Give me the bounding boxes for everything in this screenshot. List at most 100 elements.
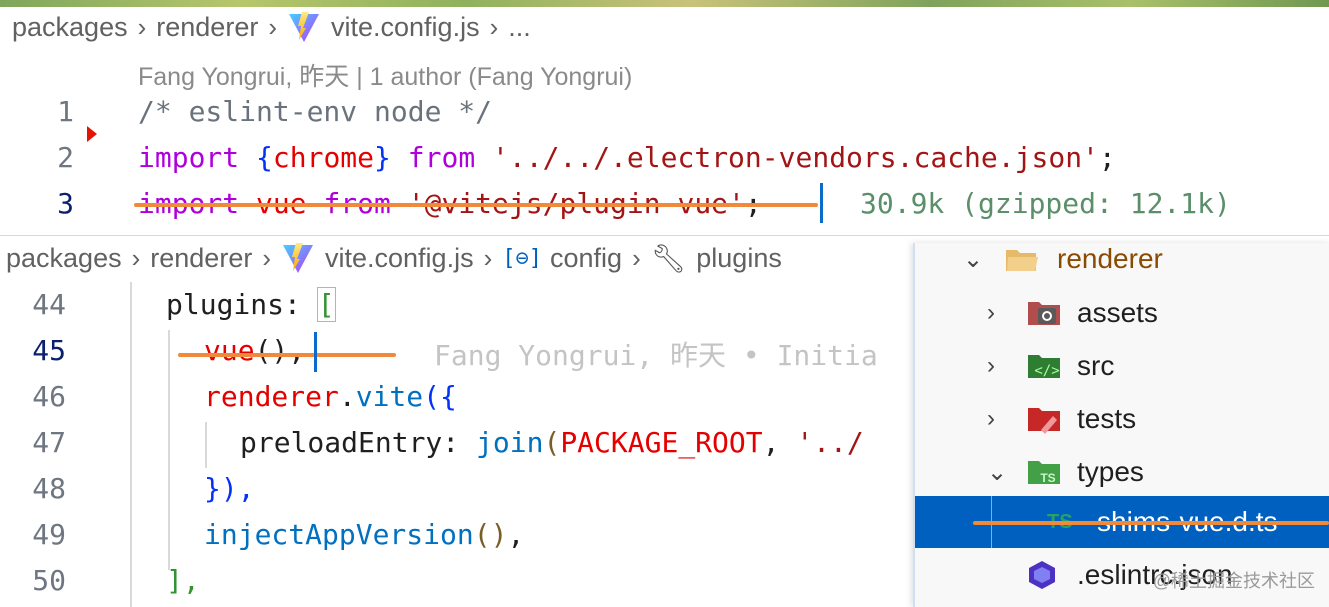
vite-icon [289, 12, 319, 42]
colon: : [284, 288, 301, 321]
tree-label: assets [1077, 297, 1158, 328]
string-path: '../ [796, 426, 864, 459]
function-join: join [476, 426, 544, 459]
tree-item-types[interactable]: ⌄ TS types [915, 446, 1329, 498]
tree-label: types [1077, 456, 1144, 487]
indent-guide [168, 330, 170, 570]
svg-text:TS: TS [1040, 471, 1055, 485]
chevron-right-icon: › [131, 242, 141, 273]
strikethrough-line [973, 521, 1329, 525]
line-number-active: 45 [32, 334, 66, 367]
breadcrumb-item-more[interactable]: ... [508, 12, 531, 43]
line-number: 50 [32, 564, 66, 597]
function-injectAppVersion: injectAppVersion [204, 518, 474, 551]
comma: , [762, 426, 780, 459]
keyword-from: from [407, 141, 476, 174]
code-comment: /* eslint-env node */ [138, 95, 493, 128]
wrench-icon: 🔧︎ [650, 242, 687, 274]
dot: . [338, 380, 356, 413]
line-number: 1 [57, 95, 74, 128]
breadcrumb-item-file[interactable]: vite.config.js [331, 12, 480, 43]
indent-guide [130, 282, 132, 607]
tree-item-assets[interactable]: › assets [915, 287, 1329, 339]
tree-item-shims-vue[interactable]: TS shims-vue.d.ts [915, 496, 1329, 548]
tree-item-renderer[interactable]: ⌄ renderer [915, 233, 1329, 285]
breadcrumb-top: packages › renderer › vite.config.js › .… [12, 7, 531, 47]
chevron-right-icon: › [268, 11, 277, 42]
code-line-bracket-close: ], [166, 564, 200, 597]
comma: , [288, 334, 306, 367]
chevron-down-icon: ⌄ [963, 245, 984, 273]
code-line-close: }), [204, 472, 255, 505]
bracket-open: [ [316, 287, 336, 322]
string-path: '../../.electron-vendors.cache.json' [492, 141, 1099, 174]
paren-brace-open: ({ [423, 380, 457, 413]
tree-label: tests [1077, 403, 1137, 434]
property-preloadEntry: preloadEntry [240, 426, 443, 459]
import-cost-hint: 30.9k (gzipped: 12.1k) [860, 187, 1231, 220]
chevron-right-icon: › [987, 405, 995, 432]
folder-open-icon [1006, 250, 1038, 271]
code-line-preload: preloadEntry: join(PACKAGE_ROOT, '../ [240, 426, 864, 459]
parens: () [254, 334, 289, 367]
strikethrough-line [134, 203, 818, 207]
paren-open: ( [543, 426, 561, 459]
text-cursor [820, 183, 823, 223]
strikethrough-line [178, 353, 396, 357]
chevron-down-icon: ⌄ [987, 458, 1008, 486]
assets-folder-icon [1028, 302, 1060, 325]
parens: () [473, 518, 508, 551]
chevron-right-icon: › [987, 352, 995, 379]
watermark: @稀土掘金技术社区 [1152, 571, 1315, 591]
colon: : [442, 426, 460, 459]
line-number: 2 [57, 141, 74, 174]
tree-label: src [1077, 350, 1115, 381]
eslint-icon [1029, 561, 1055, 589]
keyword-import: import [138, 141, 240, 174]
breadcrumb-item-renderer[interactable]: renderer [150, 243, 252, 274]
code-line-vue-call: vue(), [204, 334, 305, 367]
breadcrumb-item-packages[interactable]: packages [6, 243, 122, 274]
inline-blame[interactable]: Fang Yongrui, 昨天 • Initia [434, 334, 878, 374]
property-plugins: plugins [166, 288, 285, 321]
tests-folder-icon [1028, 408, 1060, 434]
src-folder-icon: </> [1028, 355, 1060, 379]
constant-package-root: PACKAGE_ROOT [560, 426, 763, 459]
file-explorer: ⌄ renderer › assets › </> src › tests ⌄ … [913, 243, 1329, 607]
breadcrumb-item-config[interactable]: config [550, 243, 622, 274]
code-line-inject: injectAppVersion(), [204, 518, 524, 551]
tree-label: renderer [1057, 243, 1163, 274]
line-number: 44 [32, 288, 66, 321]
chevron-right-icon: › [137, 11, 147, 42]
breadcrumb-item-file[interactable]: vite.config.js [325, 243, 474, 274]
chevron-right-icon: › [489, 11, 499, 42]
line-number: 49 [32, 518, 66, 551]
code-line-import-chrome: import {chrome} from '../../.electron-ve… [138, 141, 1116, 174]
chevron-right-icon: › [262, 242, 271, 273]
line-number: 46 [32, 380, 66, 413]
code-line-renderer-vite: renderer.vite({ [204, 380, 457, 413]
chevron-right-icon: › [987, 299, 995, 326]
breadcrumb-item-renderer[interactable]: renderer [156, 12, 258, 43]
method-vite: vite [355, 380, 424, 413]
brace-close: } [374, 141, 391, 174]
tree-item-tests[interactable]: › tests [915, 393, 1329, 445]
comma: , [507, 518, 525, 551]
chevron-right-icon: › [632, 242, 641, 273]
fold-arrow-icon[interactable] [86, 125, 98, 143]
semicolon: ; [1098, 141, 1116, 174]
code-line-plugins: plugins: [ [166, 287, 336, 322]
breadcrumb-bottom: packages › renderer › vite.config.js › [… [6, 238, 782, 278]
types-folder-icon: TS [1028, 461, 1060, 485]
text-cursor [314, 332, 317, 372]
identifier-vue: vue [204, 334, 255, 367]
object-symbol-icon: [⊖] [502, 245, 542, 271]
vite-icon [283, 243, 313, 273]
svg-text:</>: </> [1034, 363, 1059, 379]
tree-item-src[interactable]: › </> src [915, 340, 1329, 392]
breadcrumb-item-plugins[interactable]: plugins [696, 243, 782, 274]
breadcrumb-item-packages[interactable]: packages [12, 12, 128, 43]
indent-guide [205, 422, 207, 468]
top-editor-panel: packages › renderer › vite.config.js › .… [0, 7, 1329, 236]
codelens-blame[interactable]: Fang Yongrui, 昨天 | 1 author (Fang Yongru… [138, 57, 632, 93]
